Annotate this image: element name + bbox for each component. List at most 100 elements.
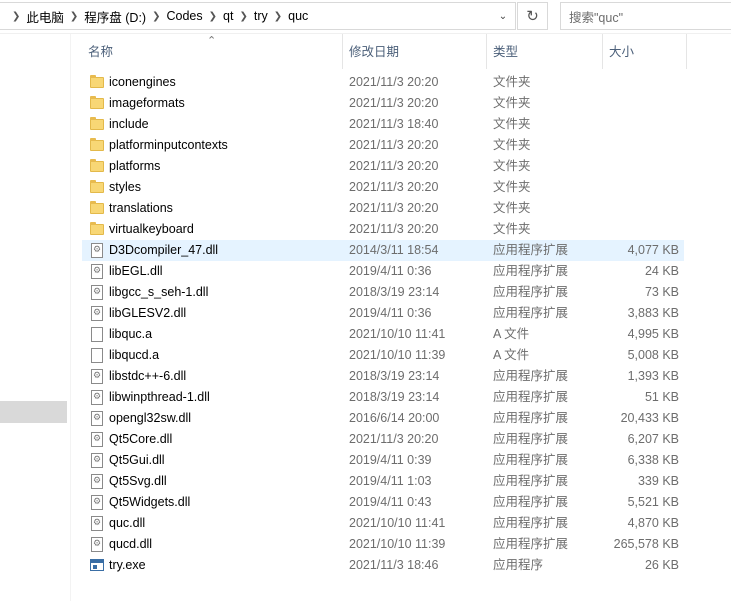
refresh-icon: ↻ — [526, 8, 539, 25]
refresh-button[interactable]: ↻ — [517, 2, 548, 30]
column-header-name-label: 名称 — [88, 45, 114, 59]
column-header-type[interactable]: 类型 — [487, 34, 603, 69]
file-row[interactable]: platforms 2021/11/3 20:20 文件夹 — [82, 156, 684, 177]
address-history-dropdown[interactable]: ⌄ — [490, 2, 516, 30]
file-list: iconengines 2021/11/3 20:20 文件夹 imageformat… — [82, 72, 684, 576]
file-date: 2021/11/3 20:20 — [349, 96, 439, 110]
file-row[interactable]: imageformats 2021/11/3 20:20 文件夹 — [82, 93, 684, 114]
nav-selected-item[interactable] — [0, 401, 67, 423]
file-size: 4,995 KB — [627, 327, 679, 341]
breadcrumb-item-qt[interactable]: qt — [223, 9, 233, 23]
file-date: 2018/3/19 23:14 — [349, 390, 440, 404]
folder-icon-shape — [90, 75, 104, 88]
file-size: 5,521 KB — [627, 495, 679, 509]
breadcrumb-item-this-pc[interactable]: 此电脑 — [26, 7, 64, 26]
file-size: 20,433 KB — [620, 411, 679, 425]
column-header-row: ⌃ 名称 修改日期 类型 大小 — [70, 34, 731, 69]
file-name: libqucd.a — [109, 348, 160, 362]
folder-icon — [90, 222, 106, 238]
dll-file-icon-shape — [91, 285, 103, 300]
file-date: 2019/4/11 1:03 — [349, 474, 432, 488]
column-header-type-label: 类型 — [493, 45, 519, 59]
file-name: Qt5Core.dll — [109, 432, 173, 446]
file-date: 2019/4/11 0:43 — [349, 495, 432, 509]
file-size: 5,008 KB — [627, 348, 679, 362]
folder-icon-shape — [90, 222, 104, 235]
file-row[interactable]: include 2021/11/3 18:40 文件夹 — [82, 114, 684, 135]
file-row[interactable]: Qt5Svg.dll2019/4/11 1:03应用程序扩展339 KB — [82, 471, 684, 492]
file-name: Qt5Widgets.dll — [109, 495, 191, 509]
dll-file-icon — [90, 432, 106, 448]
file-row[interactable]: styles 2021/11/3 20:20 文件夹 — [82, 177, 684, 198]
breadcrumb-item-quc[interactable]: quc — [288, 9, 308, 23]
folder-icon — [90, 180, 106, 196]
address-bar: ❯ 此电脑 ❯ 程序盘 (D:) ❯ Codes ❯ qt ❯ try ❯ qu… — [0, 0, 731, 34]
file-row[interactable]: libwinpthread-1.dll2018/3/19 23:14应用程序扩展… — [82, 387, 684, 408]
file-row[interactable]: Qt5Core.dll2021/11/3 20:20应用程序扩展6,207 KB — [82, 429, 684, 450]
dll-file-icon — [90, 285, 106, 301]
application-icon — [90, 558, 106, 574]
folder-icon — [90, 138, 106, 154]
file-name: styles — [109, 180, 141, 194]
file-name: quc.dll — [109, 516, 146, 530]
breadcrumb[interactable]: ❯ 此电脑 ❯ 程序盘 (D:) ❯ Codes ❯ qt ❯ try ❯ qu… — [0, 2, 516, 30]
dll-file-icon — [90, 264, 106, 280]
chevron-right-icon[interactable]: ❯ — [239, 11, 247, 22]
folder-icon — [90, 159, 106, 175]
column-header-size[interactable]: 大小 — [603, 34, 687, 69]
file-row[interactable]: libqucd.a 2021/10/10 11:39 A 文件 5,008 KB — [82, 345, 684, 366]
file-row[interactable]: qucd.dll2021/10/10 11:39应用程序扩展265,578 KB — [82, 534, 684, 555]
dll-file-icon — [90, 390, 106, 406]
breadcrumb-item-drive[interactable]: 程序盘 (D:) — [84, 7, 146, 26]
file-row[interactable]: libGLESV2.dll2019/4/11 0:36应用程序扩展3,883 K… — [82, 303, 684, 324]
chevron-right-icon[interactable]: ❯ — [12, 11, 20, 22]
folder-icon — [90, 117, 106, 133]
dll-file-icon-shape — [91, 516, 103, 531]
file-row[interactable]: libgcc_s_seh-1.dll2018/3/19 23:14应用程序扩展7… — [82, 282, 684, 303]
file-row[interactable]: iconengines 2021/11/3 20:20 文件夹 — [82, 72, 684, 93]
column-header-size-label: 大小 — [609, 45, 635, 59]
file-row[interactable]: quc.dll2021/10/10 11:41应用程序扩展4,870 KB — [82, 513, 684, 534]
file-row[interactable]: libstdc++-6.dll2018/3/19 23:14应用程序扩展1,39… — [82, 366, 684, 387]
file-row[interactable]: libquc.a 2021/10/10 11:41 A 文件 4,995 KB — [82, 324, 684, 345]
file-row[interactable]: opengl32sw.dll2016/6/14 20:00应用程序扩展20,43… — [82, 408, 684, 429]
file-date: 2014/3/11 18:54 — [349, 243, 439, 257]
file-date: 2021/11/3 20:20 — [349, 159, 439, 173]
dll-file-icon-shape — [91, 495, 103, 510]
file-size: 265,578 KB — [613, 537, 679, 551]
file-row[interactable]: libEGL.dll2019/4/11 0:36应用程序扩展24 KB — [82, 261, 684, 282]
file-name: libwinpthread-1.dll — [109, 390, 210, 404]
chevron-down-icon: ⌄ — [498, 10, 508, 22]
chevron-right-icon[interactable]: ❯ — [209, 11, 217, 22]
file-size — [582, 93, 679, 114]
file-icon-shape — [91, 327, 103, 342]
file-size: 24 KB — [644, 264, 679, 278]
file-row[interactable]: try.exe 2021/11/3 18:46 应用程序 26 KB — [82, 555, 684, 576]
breadcrumb-item-try[interactable]: try — [254, 9, 268, 23]
file-row[interactable]: platforminputcontexts 2021/11/3 20:20 文件夹 — [82, 135, 684, 156]
file-name: libEGL.dll — [109, 264, 163, 278]
chevron-right-icon[interactable]: ❯ — [274, 11, 282, 22]
file-date: 2021/11/3 18:40 — [349, 117, 439, 131]
file-row[interactable]: D3Dcompiler_47.dll2014/3/11 18:54应用程序扩展4… — [82, 240, 684, 261]
column-header-name[interactable]: 名称 — [82, 34, 343, 69]
chevron-right-icon[interactable]: ❯ — [152, 11, 160, 22]
file-row[interactable]: virtualkeyboard 2021/11/3 20:20 文件夹 — [82, 219, 684, 240]
file-size: 73 KB — [644, 285, 679, 299]
file-row[interactable]: Qt5Gui.dll2019/4/11 0:39应用程序扩展6,338 KB — [82, 450, 684, 471]
chevron-right-icon[interactable]: ❯ — [70, 11, 78, 22]
file-size: 1,393 KB — [627, 369, 679, 383]
breadcrumb-item-codes[interactable]: Codes — [167, 9, 203, 23]
navigation-pane[interactable] — [0, 34, 71, 601]
folder-icon — [90, 96, 106, 112]
file-name: libquc.a — [109, 327, 153, 341]
file-name: libGLESV2.dll — [109, 306, 187, 320]
file-row[interactable]: Qt5Widgets.dll2019/4/11 0:43应用程序扩展5,521 … — [82, 492, 684, 513]
column-header-date[interactable]: 修改日期 — [343, 34, 487, 69]
file-name: try.exe — [109, 558, 146, 572]
file-name: include — [109, 117, 149, 131]
folder-icon-shape — [90, 180, 104, 193]
file-row[interactable]: translations 2021/11/3 20:20 文件夹 — [82, 198, 684, 219]
search-input[interactable]: 搜索"quc" — [560, 2, 731, 30]
folder-icon — [90, 75, 106, 91]
